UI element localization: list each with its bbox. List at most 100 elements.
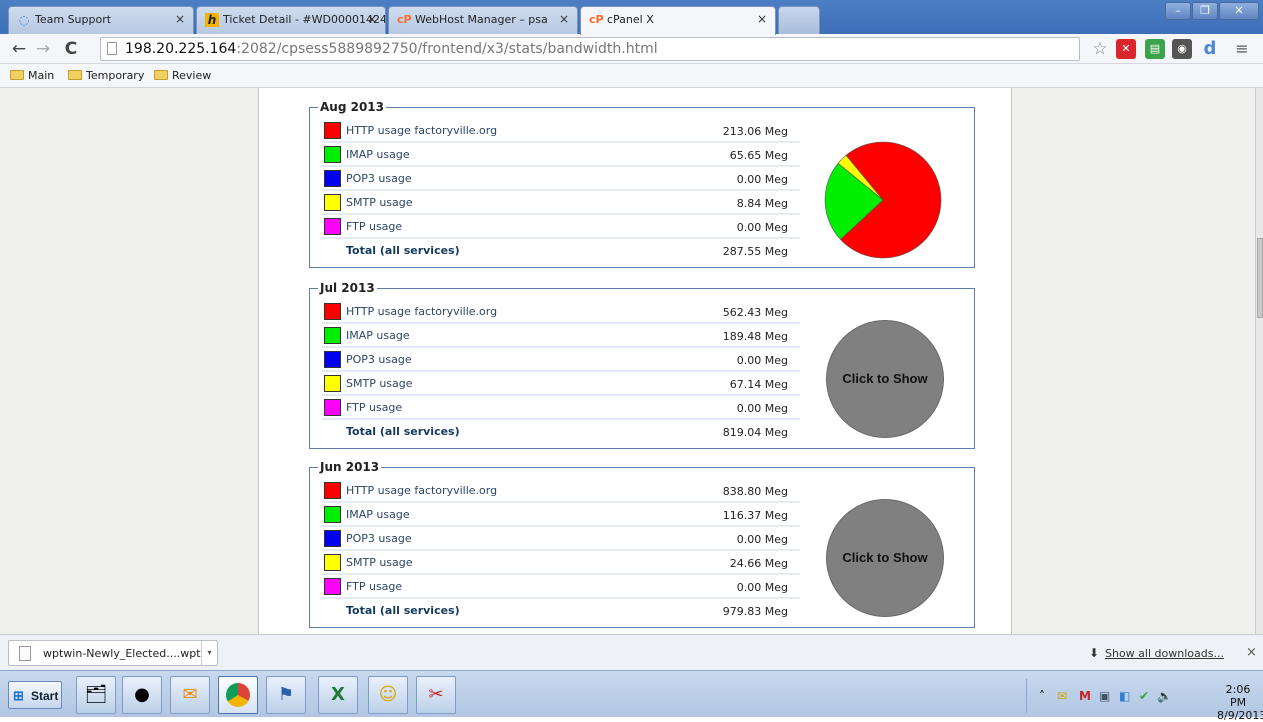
usage-label: HTTP usage factoryville.org [346, 484, 498, 497]
bookmark-temporary[interactable]: Temporary [68, 69, 144, 82]
usage-label: POP3 usage [346, 172, 412, 185]
usage-value: 0.00 Meg [736, 173, 788, 186]
extension-d-icon[interactable]: d [1200, 39, 1220, 59]
usage-value: 65.65 Meg [729, 149, 788, 162]
reload-icon[interactable]: C [60, 39, 82, 59]
usage-label: IMAP usage [346, 148, 410, 161]
tab-ticket-detail[interactable]: h Ticket Detail - #WD00001424 × [196, 6, 386, 34]
usage-row: HTTP usage factoryville.org 838.80 Meg [322, 479, 800, 503]
downloads-bar: wptwin-Newly_Elected....wpt ▾ ⬇ Show all … [0, 634, 1263, 670]
usage-value: 0.00 Meg [736, 581, 788, 594]
volume-icon[interactable]: 🔈 [1157, 689, 1172, 703]
close-icon[interactable]: × [757, 12, 767, 26]
total-row: Total (all services) 979.83 Meg [322, 599, 800, 623]
system-tray: ˄ ✉ M ▣ ◧ ✔ 🔈 2:06 PM 8/9/2013 [1026, 679, 1263, 722]
clock-time: 2:06 PM [1225, 683, 1251, 709]
usage-label: SMTP usage [346, 556, 413, 569]
messenger-icon[interactable]: ☺ [368, 676, 408, 714]
new-tab-button[interactable] [778, 6, 820, 34]
network-tray-icon[interactable]: ◧ [1119, 689, 1130, 703]
usage-row: HTTP usage factoryville.org 213.06 Meg [322, 119, 800, 143]
folder-icon [10, 70, 24, 80]
network-icon[interactable]: ⚑ [266, 676, 306, 714]
snipping-tool-icon[interactable]: ✂ [416, 676, 456, 714]
usage-label: FTP usage [346, 220, 403, 233]
download-filename: wptwin-Newly_Elected....wpt [43, 647, 201, 660]
window-close-icon[interactable]: ✕ [1219, 2, 1259, 20]
usage-label: POP3 usage [346, 532, 412, 545]
close-downloads-icon[interactable]: × [1246, 645, 1257, 660]
windows-flag-icon: ⊞ [13, 688, 24, 703]
usage-row: POP3 usage 0.00 Meg [322, 348, 800, 372]
forward-arrow-icon[interactable]: → [32, 39, 54, 59]
usage-row: IMAP usage 65.65 Meg [322, 143, 800, 167]
menu-icon[interactable]: ≡ [1232, 39, 1252, 59]
month-legend: Aug 2013 [320, 100, 384, 114]
show-all-downloads-link[interactable]: ⬇ Show all downloads... [1089, 646, 1224, 660]
bookmark-star-icon[interactable]: ☆ [1090, 39, 1110, 59]
extension-print-icon[interactable]: ▤ [1145, 39, 1165, 59]
outlook-icon[interactable]: ✉ [170, 676, 210, 714]
firefox-icon[interactable]: ● [122, 676, 162, 714]
check-icon[interactable]: ✔ [1139, 689, 1149, 703]
usage-value: 189.48 Meg [722, 330, 788, 343]
address-bar[interactable]: 198.20.225.164:2082/cpsess5889892750/fro… [100, 37, 1080, 61]
total-label: Total (all services) [346, 425, 460, 438]
harvest-h-icon: h [205, 13, 219, 27]
tab-cpanel-x[interactable]: cP cPanel X × [580, 6, 776, 35]
close-icon[interactable]: × [175, 12, 185, 26]
usage-label: FTP usage [346, 401, 403, 414]
cpanel-icon: cP [397, 13, 412, 26]
tab-team-support[interactable]: ◌ Team Support × [8, 6, 194, 34]
start-button[interactable]: ⊞ Start [8, 681, 62, 709]
usage-label: SMTP usage [346, 196, 413, 209]
usage-value: 838.80 Meg [722, 485, 788, 498]
click-to-show-button[interactable]: Click to Show [826, 499, 944, 617]
display-icon[interactable]: ▣ [1099, 689, 1110, 703]
mcafee-icon[interactable]: M [1079, 689, 1091, 703]
close-icon[interactable]: × [367, 12, 377, 26]
usage-row: POP3 usage 0.00 Meg [322, 527, 800, 551]
vertical-scrollbar[interactable] [1255, 88, 1263, 634]
tray-expand-icon[interactable]: ˄ [1039, 689, 1045, 703]
scrollbar-thumb[interactable] [1257, 238, 1263, 318]
restore-icon[interactable]: ❐ [1192, 2, 1218, 20]
minimize-icon[interactable]: – [1165, 2, 1191, 20]
excel-icon[interactable]: X [318, 676, 358, 714]
tab-title: Team Support [35, 13, 112, 26]
bookmark-review[interactable]: Review [154, 69, 211, 82]
color-swatch [324, 218, 341, 235]
usage-value: 116.37 Meg [722, 509, 788, 522]
total-value: 979.83 Meg [722, 605, 788, 618]
close-icon[interactable]: × [559, 12, 569, 26]
usage-label: POP3 usage [346, 353, 412, 366]
tab-title: Ticket Detail - #WD00001424 [223, 13, 386, 26]
usage-label: SMTP usage [346, 377, 413, 390]
tab-webhost-manager[interactable]: cP WebHost Manager – psa × [388, 6, 578, 34]
browser-toolbar: ← → C 198.20.225.164:2082/cpsess58898927… [0, 34, 1263, 64]
color-swatch [324, 327, 341, 344]
clock[interactable]: 2:06 PM 8/9/2013 [1217, 683, 1263, 722]
download-item[interactable]: wptwin-Newly_Elected....wpt ▾ [8, 640, 218, 666]
usage-pie-chart [824, 141, 942, 259]
usage-row: SMTP usage 24.66 Meg [322, 551, 800, 575]
tab-title: cPanel X [607, 13, 654, 26]
file-explorer-icon[interactable]: 🗂 [76, 676, 116, 714]
chrome-icon[interactable] [218, 676, 258, 714]
color-swatch [324, 375, 341, 392]
bookmark-main[interactable]: Main [10, 69, 54, 82]
color-swatch [324, 482, 341, 499]
color-swatch [324, 506, 341, 523]
chevron-down-icon[interactable]: ▾ [201, 641, 217, 665]
usage-value: 0.00 Meg [736, 221, 788, 234]
click-to-show-button[interactable]: Click to Show [826, 320, 944, 438]
mail-icon[interactable]: ✉ [1057, 689, 1067, 703]
color-swatch [324, 530, 341, 547]
window-controls: – ❐ ✕ [1165, 2, 1259, 20]
extension-x-icon[interactable]: ✕ [1116, 39, 1136, 59]
evernote-icon[interactable]: ◉ [1172, 39, 1192, 59]
total-label: Total (all services) [346, 604, 460, 617]
month-legend: Jun 2013 [320, 460, 380, 474]
back-arrow-icon[interactable]: ← [8, 39, 30, 59]
color-swatch [324, 399, 341, 416]
